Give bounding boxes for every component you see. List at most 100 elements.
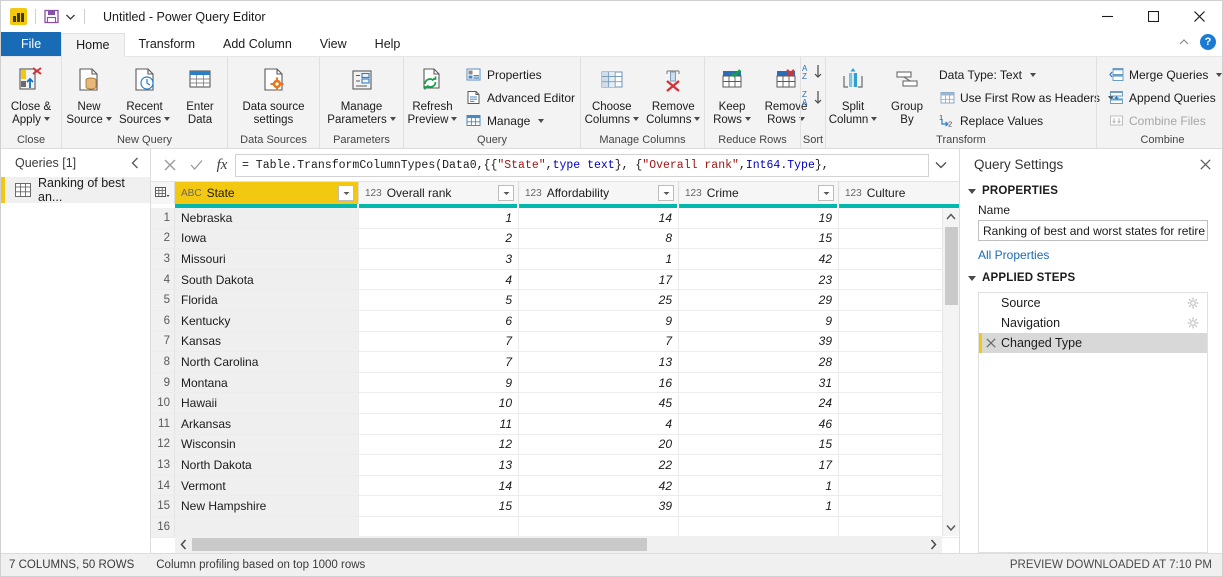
tab-view[interactable]: View bbox=[306, 32, 361, 56]
cell-state[interactable]: Nebraska bbox=[175, 208, 359, 228]
cell-culture[interactable] bbox=[839, 435, 959, 455]
cell-crime[interactable]: 42 bbox=[679, 249, 839, 269]
quick-access-chevron-down-icon[interactable] bbox=[64, 11, 76, 23]
cell-affordability[interactable]: 22 bbox=[519, 455, 679, 475]
cell-crime[interactable]: 24 bbox=[679, 393, 839, 413]
cell-culture[interactable] bbox=[839, 311, 959, 331]
new-source-button[interactable]: New Source bbox=[62, 61, 116, 126]
scroll-left-chevron-left-icon[interactable] bbox=[175, 539, 192, 550]
cell-affordability[interactable]: 25 bbox=[519, 290, 679, 310]
close-icon[interactable] bbox=[1198, 157, 1212, 171]
table-row[interactable]: 6 Kentucky 6 9 9 bbox=[151, 310, 959, 332]
vertical-scrollbar[interactable] bbox=[942, 208, 959, 536]
manage-parameters-button[interactable]: Manage Parameters bbox=[320, 61, 403, 126]
scroll-down-chevron-down-icon[interactable] bbox=[943, 519, 959, 536]
cell-affordability[interactable]: 13 bbox=[519, 352, 679, 372]
cell-state[interactable]: North Dakota bbox=[175, 455, 359, 475]
sort-za-button[interactable]: ZA bbox=[801, 89, 825, 109]
cell-affordability[interactable]: 9 bbox=[519, 310, 679, 331]
chevron-down-icon[interactable] bbox=[744, 117, 751, 122]
cell-state[interactable] bbox=[175, 516, 359, 537]
cell-state[interactable]: Montana bbox=[175, 372, 359, 393]
cell-state[interactable]: Arkansas bbox=[175, 413, 359, 434]
tab-file[interactable]: File bbox=[1, 32, 62, 56]
table-row[interactable]: 14 Vermont 14 42 1 bbox=[151, 475, 959, 497]
cell-affordability[interactable]: 39 bbox=[519, 496, 679, 516]
help-button[interactable]: ? bbox=[1200, 34, 1216, 50]
cell-state[interactable]: New Hampshire bbox=[175, 496, 359, 516]
table-row[interactable]: 11 Arkansas 11 4 46 bbox=[151, 413, 959, 435]
chevron-left-icon[interactable] bbox=[128, 156, 142, 170]
cell-culture[interactable] bbox=[839, 332, 959, 352]
cell-overall-rank[interactable]: 9 bbox=[359, 372, 519, 393]
all-properties-link[interactable]: All Properties bbox=[960, 241, 1222, 266]
cell-affordability[interactable]: 7 bbox=[519, 331, 679, 352]
save-icon[interactable] bbox=[44, 9, 59, 24]
table-row[interactable]: 4 South Dakota 4 17 23 bbox=[151, 269, 959, 291]
cell-culture[interactable] bbox=[839, 208, 959, 228]
cell-affordability[interactable]: 16 bbox=[519, 372, 679, 393]
cell-overall-rank[interactable]: 5 bbox=[359, 290, 519, 310]
select-all-table-icon[interactable] bbox=[151, 182, 175, 204]
chevron-down-icon[interactable] bbox=[871, 117, 878, 122]
cell-culture[interactable] bbox=[839, 290, 959, 310]
cell-culture[interactable] bbox=[839, 352, 959, 372]
cell-culture[interactable] bbox=[839, 476, 959, 496]
chevron-down-icon[interactable] bbox=[538, 118, 545, 123]
replace-values-button[interactable]: 12 Replace Values bbox=[934, 110, 1119, 131]
table-row[interactable]: 10 Hawaii 10 45 24 bbox=[151, 393, 959, 414]
cell-affordability[interactable]: 14 bbox=[519, 208, 679, 228]
chevron-down-icon[interactable] bbox=[164, 117, 171, 122]
scroll-up-chevron-up-icon[interactable] bbox=[943, 208, 959, 225]
recent-sources-button[interactable]: Recent Sources bbox=[116, 61, 173, 126]
advanced-editor-button[interactable]: Advanced Editor bbox=[461, 87, 580, 108]
cell-state[interactable]: Wisconsin bbox=[175, 434, 359, 455]
cell-overall-rank[interactable]: 12 bbox=[359, 434, 519, 455]
data-source-settings-button[interactable]: Data source settings bbox=[228, 61, 319, 126]
formula-expand-chevron-down-icon[interactable] bbox=[929, 153, 953, 177]
cell-crime[interactable]: 31 bbox=[679, 372, 839, 393]
table-row[interactable]: 1 Nebraska 1 14 19 bbox=[151, 208, 959, 229]
applied-steps-section-header[interactable]: APPLIED STEPS bbox=[960, 266, 1222, 288]
refresh-preview-button[interactable]: Refresh Preview bbox=[404, 61, 461, 126]
column-filter-dropdown-state[interactable] bbox=[338, 185, 354, 201]
manage-button[interactable]: Manage bbox=[461, 110, 580, 131]
cell-crime[interactable]: 46 bbox=[679, 413, 839, 434]
cell-crime[interactable]: 23 bbox=[679, 269, 839, 290]
append-queries-button[interactable]: Append Queries bbox=[1103, 87, 1222, 108]
cell-overall-rank[interactable]: 6 bbox=[359, 310, 519, 331]
cell-culture[interactable] bbox=[839, 229, 959, 249]
enter-data-button[interactable]: Enter Data bbox=[173, 61, 227, 126]
cell-affordability[interactable]: 45 bbox=[519, 393, 679, 413]
applied-step-source[interactable]: Source bbox=[979, 293, 1207, 313]
close-and-apply-button[interactable]: Close & Apply bbox=[1, 61, 61, 126]
cell-culture[interactable] bbox=[839, 517, 959, 537]
properties-section-header[interactable]: PROPERTIES bbox=[960, 179, 1222, 201]
cell-culture[interactable] bbox=[839, 414, 959, 434]
cell-overall-rank[interactable]: 7 bbox=[359, 352, 519, 372]
formula-input[interactable]: = Table.TransformColumnTypes(Data0,{{"St… bbox=[235, 153, 929, 177]
table-row[interactable]: 12 Wisconsin 12 20 15 bbox=[151, 434, 959, 456]
cell-overall-rank[interactable]: 3 bbox=[359, 249, 519, 269]
cell-overall-rank[interactable]: 4 bbox=[359, 269, 519, 290]
cell-overall-rank[interactable]: 1 bbox=[359, 208, 519, 228]
cell-overall-rank[interactable]: 2 bbox=[359, 228, 519, 249]
column-filter-dropdown-affordability[interactable] bbox=[658, 185, 674, 201]
cell-crime[interactable]: 28 bbox=[679, 352, 839, 372]
table-row[interactable]: 8 North Carolina 7 13 28 bbox=[151, 352, 959, 373]
cell-state[interactable]: North Carolina bbox=[175, 352, 359, 372]
table-row[interactable]: 5 Florida 5 25 29 bbox=[151, 290, 959, 311]
split-column-button[interactable]: Split Column bbox=[826, 61, 880, 126]
tab-add-column[interactable]: Add Column bbox=[209, 32, 306, 56]
cell-overall-rank[interactable]: 11 bbox=[359, 413, 519, 434]
cell-culture[interactable] bbox=[839, 496, 959, 516]
cell-culture[interactable] bbox=[839, 249, 959, 269]
group-by-button[interactable]: Group By bbox=[880, 61, 934, 126]
cell-crime[interactable]: 17 bbox=[679, 455, 839, 475]
cell-culture[interactable] bbox=[839, 270, 959, 290]
cell-affordability[interactable]: 20 bbox=[519, 434, 679, 455]
remove-columns-button[interactable]: Remove Columns bbox=[643, 61, 705, 126]
cell-state[interactable]: Iowa bbox=[175, 228, 359, 249]
table-row[interactable]: 16 bbox=[151, 516, 959, 538]
table-row[interactable]: 13 North Dakota 13 22 17 bbox=[151, 455, 959, 476]
